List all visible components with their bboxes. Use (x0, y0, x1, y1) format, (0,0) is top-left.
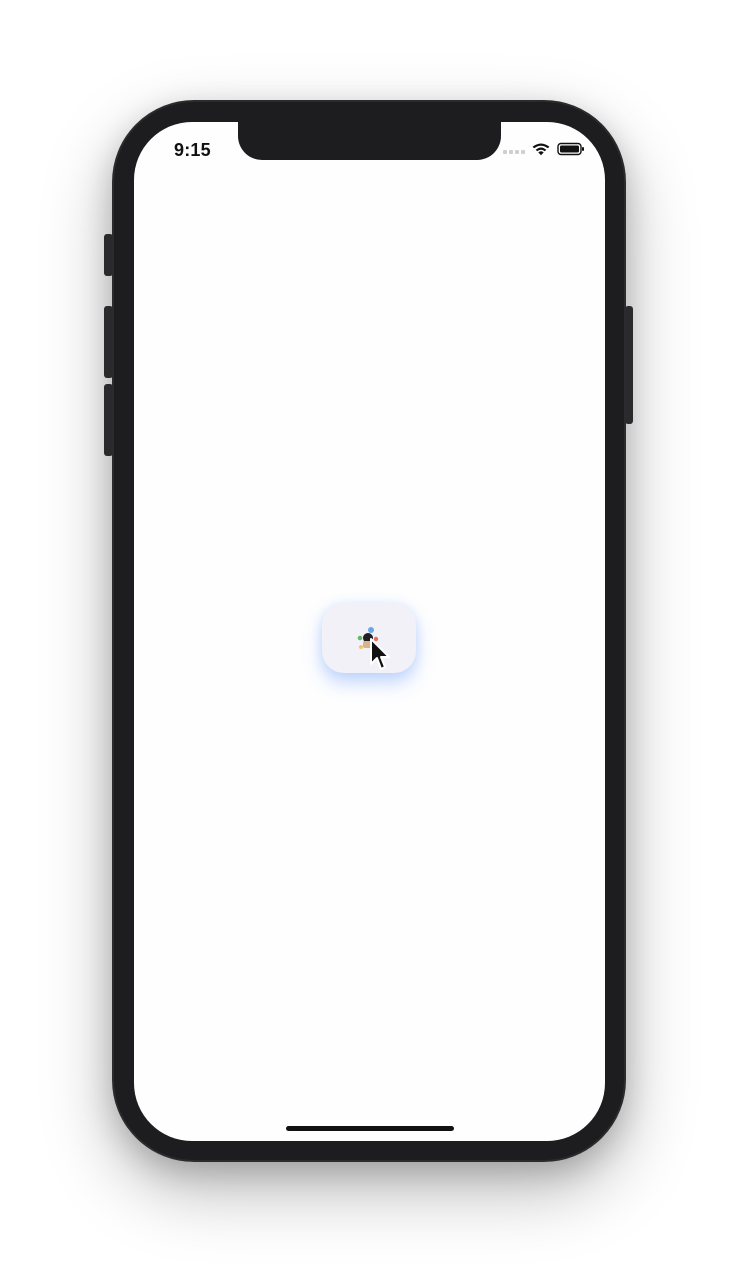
status-indicators (503, 142, 585, 156)
device-notch (238, 122, 501, 160)
battery-icon (557, 142, 585, 156)
device-screen[interactable]: 9:15 (134, 122, 605, 1141)
mouse-cursor-icon (369, 637, 391, 671)
home-indicator[interactable] (286, 1126, 454, 1131)
status-time: 9:15 (174, 140, 211, 160)
power-button (625, 306, 633, 424)
cellular-signal-icon (503, 144, 525, 154)
simulator-stage: 9:15 (0, 0, 738, 1264)
wifi-icon (531, 142, 551, 156)
